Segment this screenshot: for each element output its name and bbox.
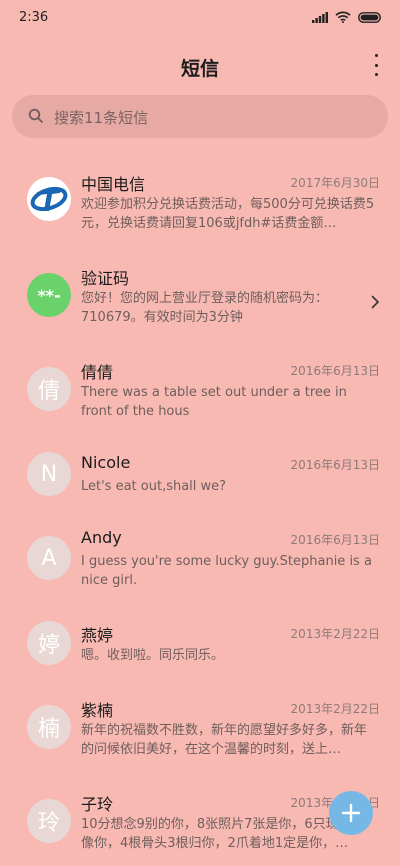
- search-bar[interactable]: [12, 95, 388, 140]
- message-date: 2013年2月22日: [290, 702, 380, 716]
- more-vertical-icon-dot: [374, 73, 378, 76]
- status-icons: [312, 11, 382, 23]
- message-date: 2013年2月22日: [290, 627, 380, 641]
- message-item-andy[interactable]: A Andy 2016年6月13日 I guess you're some lu…: [0, 528, 400, 588]
- avatar: 楠: [27, 705, 71, 749]
- search-input[interactable]: [52, 95, 376, 140]
- sender-name: Nicole: [81, 453, 131, 472]
- sender-name: 验证码: [81, 269, 130, 288]
- more-vertical-icon-dot: [374, 63, 378, 67]
- avatar: 倩: [27, 367, 71, 411]
- message-preview: Let's eat out,shall we?: [81, 479, 227, 494]
- sender-name: 紫楠: [81, 701, 114, 720]
- sender-name: 子玲: [81, 795, 114, 814]
- message-date: 2016年6月13日: [290, 364, 380, 378]
- message-item-china-telecom[interactable]: 中国电信 2017年6月30日 欢迎参加积分兑换话费活动，每500分可兑换话费5…: [0, 171, 400, 231]
- message-item-zinan[interactable]: 楠 紫楠 2013年2月22日 新年的祝福数不胜数，新年的愿望好多好多，新年的问…: [0, 697, 400, 757]
- message-item-verification-code[interactable]: **- 验证码 您好！您的网上营业厅登录的随机密码为：710679。有效时间为3…: [0, 265, 400, 325]
- message-item-qianqian[interactable]: 倩 倩倩 2016年6月13日 There was a table set ou…: [0, 359, 400, 419]
- avatar: N: [27, 452, 71, 496]
- message-preview: 新年的祝福数不胜数，新年的愿望好多好多，新年的问候依旧美好，在这个温馨的时刻，送…: [81, 723, 368, 757]
- message-date: 2016年6月13日: [290, 533, 380, 547]
- message-preview: There was a table set out under a tree i…: [81, 385, 347, 419]
- message-date: 2017年6月30日: [290, 176, 380, 190]
- telecom-logo-icon: [27, 177, 71, 221]
- new-message-button[interactable]: [329, 791, 373, 835]
- message-preview: I guess you're some lucky guy.Stephanie …: [81, 554, 372, 588]
- page-title: 短信: [180, 58, 219, 80]
- message-item-yanting[interactable]: 婷 燕婷 2013年2月22日 嗯。收到啦。同乐同乐。: [0, 621, 400, 666]
- chevron-right-icon: [371, 295, 380, 309]
- message-preview: 欢迎参加积分兑换话费活动，每500分可兑换话费5元，兑换话费请回复106或jfd…: [81, 197, 375, 231]
- status-bar: 2:36: [0, 0, 400, 36]
- sender-name: Andy: [81, 528, 122, 547]
- avatar: 婷: [27, 621, 71, 665]
- message-item-nicole[interactable]: N Nicole 2016年6月13日 Let's eat out,shall …: [0, 452, 400, 497]
- avatar: A: [27, 536, 71, 580]
- signal-icon: [312, 11, 328, 23]
- search-icon: [28, 108, 43, 123]
- avatar: 玲: [27, 799, 71, 843]
- more-options-button[interactable]: [370, 52, 382, 78]
- status-time: 2:36: [19, 10, 49, 25]
- sender-name: 燕婷: [81, 626, 114, 645]
- wifi-icon: [335, 11, 351, 23]
- message-preview: 您好！您的网上营业厅登录的随机密码为：710679。有效时间为3分钟: [81, 291, 329, 325]
- sender-name: 中国电信: [81, 175, 146, 194]
- plus-icon: [341, 803, 361, 823]
- battery-icon: [358, 11, 381, 23]
- sender-name: 倩倩: [81, 363, 114, 382]
- message-preview: 嗯。收到啦。同乐同乐。: [81, 648, 225, 663]
- header: 短信: [0, 36, 400, 96]
- avatar: **-: [27, 273, 71, 317]
- more-vertical-icon: [374, 54, 378, 57]
- message-date: 2016年6月13日: [290, 458, 380, 472]
